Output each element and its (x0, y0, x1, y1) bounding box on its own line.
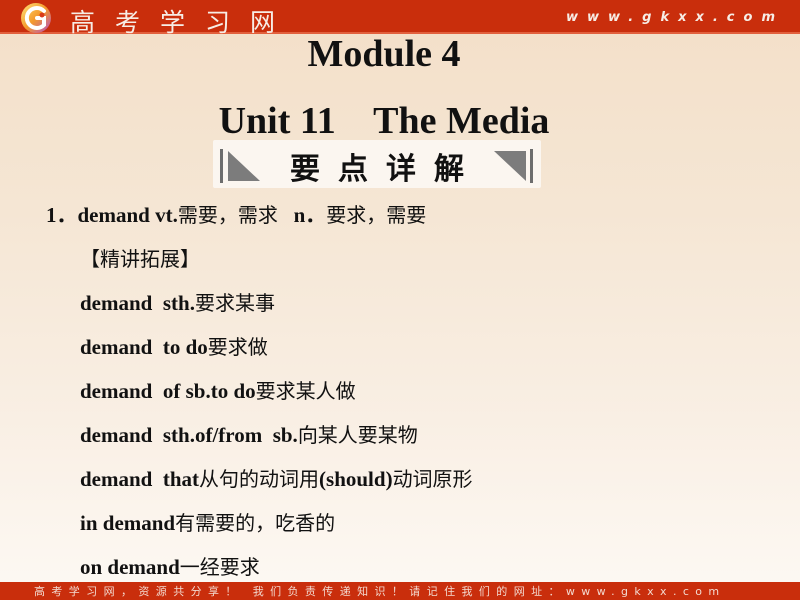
phrase-en: in demand (80, 511, 176, 535)
expansion-heading-text: 【精讲拓展】 (80, 247, 200, 271)
phrase-cn: 要求某人做 (255, 379, 356, 403)
phrase-cn: 从句的动词用 (199, 467, 320, 491)
expansion-heading: 【精讲拓展】 (46, 244, 766, 288)
unit-title: Unit 11 The Media (218, 100, 550, 142)
footer-bar: 高考学习网，资源共分享！ 我们负责传递知识！请记住我们的网址：www.gkxx.… (0, 582, 800, 600)
phrase-item: demand that从句的动词用(should)动词原形 (46, 464, 766, 508)
vocabulary-content: 1．demand vt.需要，需求 n．要求，需要 【精讲拓展】 demand … (46, 200, 766, 596)
phrase-item: demand sth.要求某事 (46, 288, 766, 332)
phrase-cn: 要求某事 (194, 291, 275, 315)
phrase-cn: 有需要的，吃香的 (175, 511, 336, 535)
phrase-en: demand sth. (80, 291, 195, 315)
phrase-en: demand that (80, 467, 200, 491)
banner-right-bar (530, 149, 533, 183)
phrase-cn: 向某人要某物 (297, 423, 418, 447)
phrase-en: demand of sb.to do (80, 379, 256, 403)
footer-text: 高考学习网，资源共分享！ 我们负责传递知识！请记住我们的网址：www.gkxx.… (34, 585, 726, 598)
banner-right-triangle-icon (494, 151, 526, 181)
phrase-en: demand sth.of/from sb. (80, 423, 298, 447)
gkxx-logo-icon (21, 3, 51, 33)
section-banner: 要点详解 (213, 140, 541, 188)
header-bar: 高考学习网 www.gkxx.com (0, 0, 800, 37)
entry-headline: 1．demand vt.需要，需求 n．要求，需要 (46, 200, 766, 244)
phrase-en: demand to do (80, 335, 208, 359)
phrase-item: demand to do要求做 (46, 332, 766, 376)
phrase-cn-extra: 动词原形 (392, 467, 473, 491)
phrase-en-extra: (should) (319, 467, 393, 491)
entry-definition: 需要，需求 (177, 203, 278, 227)
entry-number: 1． (46, 203, 78, 227)
entry-headword: demand vt. (77, 203, 178, 227)
phrase-cn: 一经要求 (179, 555, 260, 579)
phrase-cn: 要求做 (207, 335, 268, 359)
phrase-en: on demand (80, 555, 180, 579)
module-title: Module 4 (307, 33, 461, 75)
section-banner-title: 要点详解 (290, 152, 482, 187)
phrase-item: in demand有需要的，吃香的 (46, 508, 766, 552)
brand-url[interactable]: www.gkxx.com (566, 10, 784, 25)
entry-definition-noun: 要求，需要 (326, 203, 427, 227)
entry-pos-noun: n． (277, 203, 327, 227)
phrase-item: demand of sb.to do要求某人做 (46, 376, 766, 420)
phrase-item: demand sth.of/from sb.向某人要某物 (46, 420, 766, 464)
